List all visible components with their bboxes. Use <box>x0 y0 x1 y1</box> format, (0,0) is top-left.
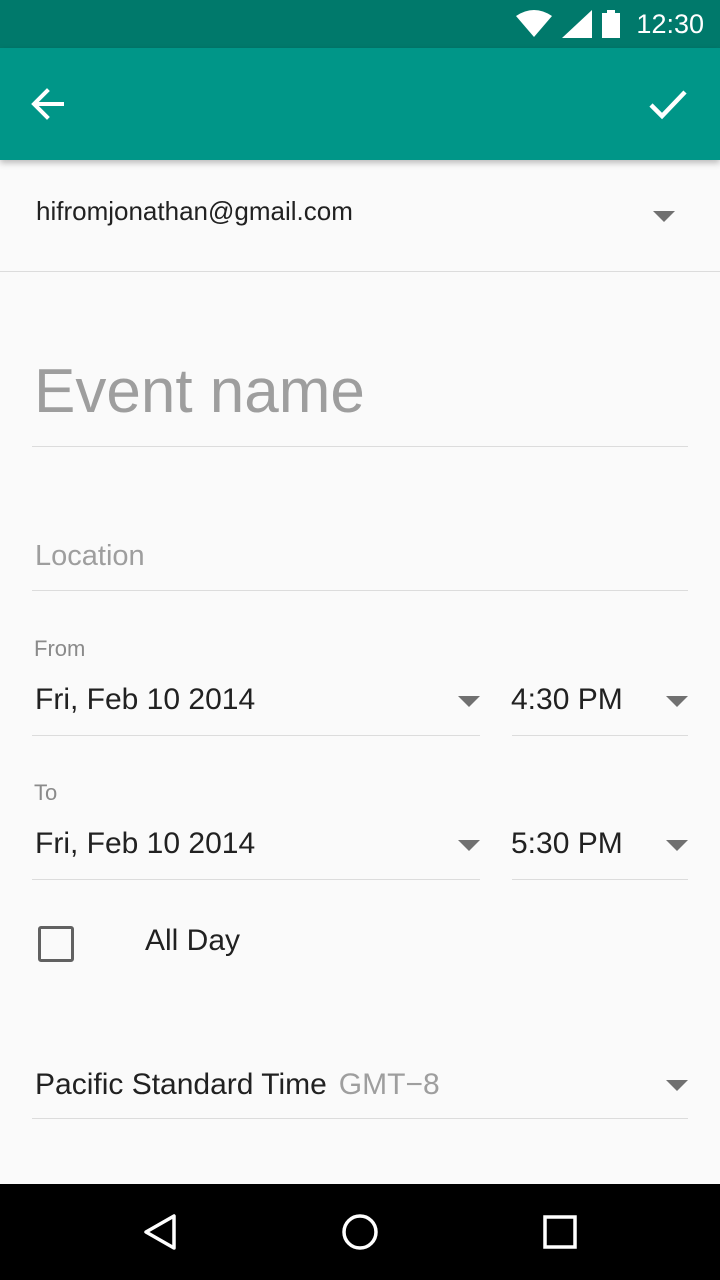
battery-icon <box>602 10 621 38</box>
account-email: hifromjonathan@gmail.com <box>36 196 353 226</box>
check-icon <box>649 90 687 120</box>
from-time-underline <box>512 735 688 736</box>
event-name-underline <box>32 446 688 447</box>
app-bar <box>0 48 720 160</box>
home-circle-icon <box>342 1214 378 1250</box>
to-time-underline <box>512 879 688 880</box>
from-time-dropdown-icon[interactable] <box>666 696 688 707</box>
event-name-input[interactable]: Event name <box>34 356 365 427</box>
save-button[interactable] <box>644 80 692 128</box>
all-day-label: All Day <box>145 924 241 957</box>
from-time-picker[interactable]: 4:30 PM <box>511 683 623 717</box>
to-date-underline <box>32 879 480 880</box>
from-date-dropdown-icon[interactable] <box>458 696 480 707</box>
system-nav-bar <box>0 1184 720 1280</box>
timezone-offset: GMT−8 <box>338 1068 440 1101</box>
to-date-picker[interactable]: Fri, Feb 10 2014 <box>35 827 255 861</box>
status-bar: 12:30 <box>0 0 720 48</box>
back-button[interactable] <box>24 80 72 128</box>
timezone-selector[interactable]: Pacific Standard Time GMT−8 <box>35 1068 440 1102</box>
arrow-back-icon <box>31 88 64 120</box>
location-input[interactable]: Location <box>35 540 145 573</box>
to-time-dropdown-icon[interactable] <box>666 840 688 851</box>
from-date-underline <box>32 735 480 736</box>
from-label: From <box>34 636 86 661</box>
timezone-name: Pacific Standard Time <box>35 1068 327 1101</box>
nav-recents-button[interactable] <box>530 1202 590 1262</box>
timezone-dropdown-icon[interactable] <box>666 1080 688 1091</box>
account-dropdown-icon[interactable] <box>653 211 675 222</box>
to-label: To <box>34 780 58 805</box>
all-day-checkbox[interactable] <box>38 926 74 962</box>
timezone-underline <box>32 1118 688 1119</box>
to-time-picker[interactable]: 5:30 PM <box>511 827 623 861</box>
nav-home-button[interactable] <box>330 1202 390 1262</box>
status-icons: 12:30 <box>516 0 704 48</box>
to-date-dropdown-icon[interactable] <box>458 840 480 851</box>
recents-square-icon <box>543 1215 577 1249</box>
nav-back-button[interactable] <box>130 1202 190 1262</box>
location-underline <box>32 590 688 591</box>
from-date-picker[interactable]: Fri, Feb 10 2014 <box>35 683 255 717</box>
back-triangle-icon <box>144 1214 176 1250</box>
cell-signal-icon <box>562 10 593 38</box>
wifi-icon <box>516 10 553 37</box>
status-time: 12:30 <box>636 8 704 39</box>
